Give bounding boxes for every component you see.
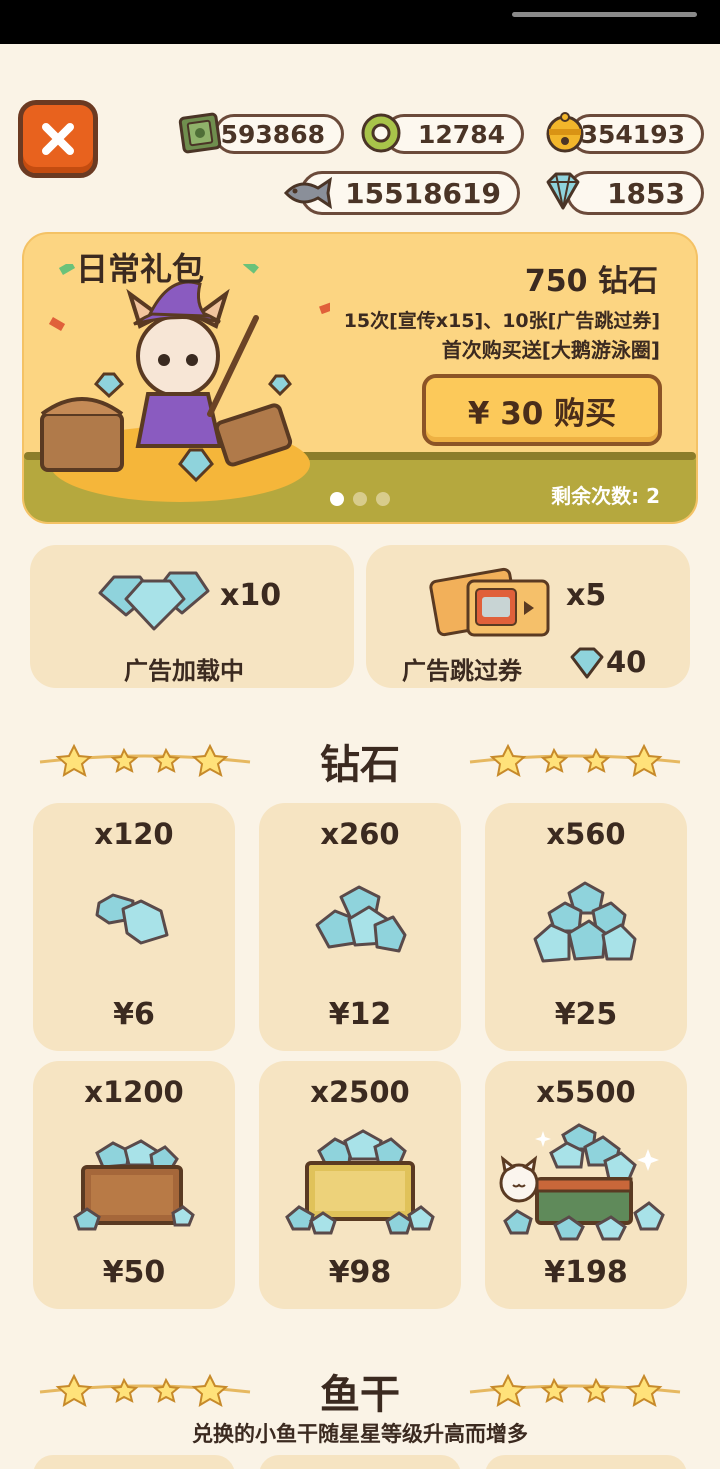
diamond-pack-5500[interactable]: x5500 ¥198	[485, 1061, 687, 1309]
diamond-large-icon	[533, 881, 637, 963]
banner-description-1: 15次[宣传x15]、10张[广告跳过券]	[343, 310, 660, 332]
remaining-count: 剩余次数: 2	[551, 484, 660, 508]
bell-counter: 354193	[570, 114, 704, 154]
fish-pack-card[interactable]	[33, 1455, 235, 1469]
diamond-value: 1853	[607, 176, 685, 210]
carousel-dot-3[interactable]	[376, 492, 390, 506]
diamond-pack-qty: x120	[94, 817, 174, 851]
diamond-pack-qty: x2500	[310, 1075, 410, 1109]
status-bar	[0, 0, 720, 44]
diamond-cost-icon	[570, 647, 604, 679]
diamond-pack-2500[interactable]: x2500 ¥98	[259, 1061, 461, 1309]
diamond-pack-560[interactable]: x560 ¥25	[485, 803, 687, 1051]
fish-value: 15518619	[345, 176, 501, 210]
ad-diamond-card[interactable]: x10 广告加载中	[30, 545, 354, 688]
diamond-pack-qty: x5500	[536, 1075, 636, 1109]
home-indicator	[512, 12, 697, 17]
stars-decoration-right	[469, 743, 681, 778]
ad-skip-ticket-icon	[429, 567, 550, 637]
fish-pack-card[interactable]	[485, 1455, 687, 1469]
diamond-pack-price: ¥198	[544, 1255, 628, 1290]
ring-value: 12784	[418, 119, 505, 149]
diamond-crate-icon	[73, 1139, 195, 1231]
diamond-pack-qty: x260	[320, 817, 400, 851]
diamond-pack-price: ¥98	[328, 1255, 392, 1290]
fish-icon	[280, 170, 334, 216]
bell-value: 354193	[580, 119, 685, 149]
ad-skip-label: 广告跳过券	[402, 657, 522, 685]
diamond-medium-icon	[315, 885, 407, 953]
stars-decoration-right	[469, 1373, 681, 1408]
close-icon	[42, 123, 74, 155]
diamond-pack-price: ¥12	[328, 997, 392, 1032]
diamond-pack-260[interactable]: x260 ¥12	[259, 803, 461, 1051]
fish-pack-card[interactable]	[259, 1455, 461, 1469]
ad-diamond-label: 广告加载中	[124, 657, 244, 685]
diamond-pack-price: ¥25	[554, 997, 618, 1032]
cash-counter: 593868	[214, 114, 344, 154]
ad-skip-cost: 40	[606, 645, 647, 679]
diamond-pack-1200[interactable]: x1200 ¥50	[33, 1061, 235, 1309]
banner-diamond-amount: 750 钻石	[524, 264, 658, 299]
ad-skip-qty: x5	[566, 578, 607, 613]
diamond-pack-price: ¥6	[113, 997, 155, 1032]
diamond-golden-crate-icon	[285, 1129, 435, 1235]
close-button[interactable]	[18, 100, 98, 178]
cash-value: 593868	[220, 119, 325, 149]
carousel-dot-1[interactable]	[330, 492, 344, 506]
ad-diamond-qty: x10	[220, 578, 282, 613]
buy-daily-pack-button[interactable]: ¥ 30 购买	[422, 374, 662, 446]
cat-wizard-illustration	[40, 264, 330, 502]
ad-skip-card[interactable]: x5 广告跳过券 40	[366, 545, 690, 688]
diamond-pile-icon	[98, 571, 210, 631]
fish-section-subtitle: 兑换的小鱼干随星星等级升高而增多	[192, 1422, 528, 1446]
diamond-pack-price: ¥50	[102, 1255, 166, 1290]
banner-title: 日常礼包	[76, 250, 205, 288]
ring-icon	[356, 110, 406, 156]
cash-icon	[176, 110, 226, 156]
diamond-chest-cat-icon	[499, 1123, 665, 1241]
carousel-dots[interactable]	[330, 492, 390, 506]
diamond-icon	[538, 168, 588, 214]
diamond-pack-qty: x1200	[84, 1075, 184, 1109]
diamond-pack-120[interactable]: x120 ¥6	[33, 803, 235, 1051]
banner-description-2: 首次购买送[大鹅游泳圈]	[441, 338, 660, 362]
carousel-dot-2[interactable]	[353, 492, 367, 506]
bell-icon	[540, 110, 590, 156]
diamond-pack-qty: x560	[546, 817, 626, 851]
daily-pack-banner[interactable]: 日常礼包 750 钻石 15次[宣传x15]、10张[广告跳过券] 首次购买送[…	[22, 232, 698, 524]
diamond-small-icon	[95, 893, 169, 945]
